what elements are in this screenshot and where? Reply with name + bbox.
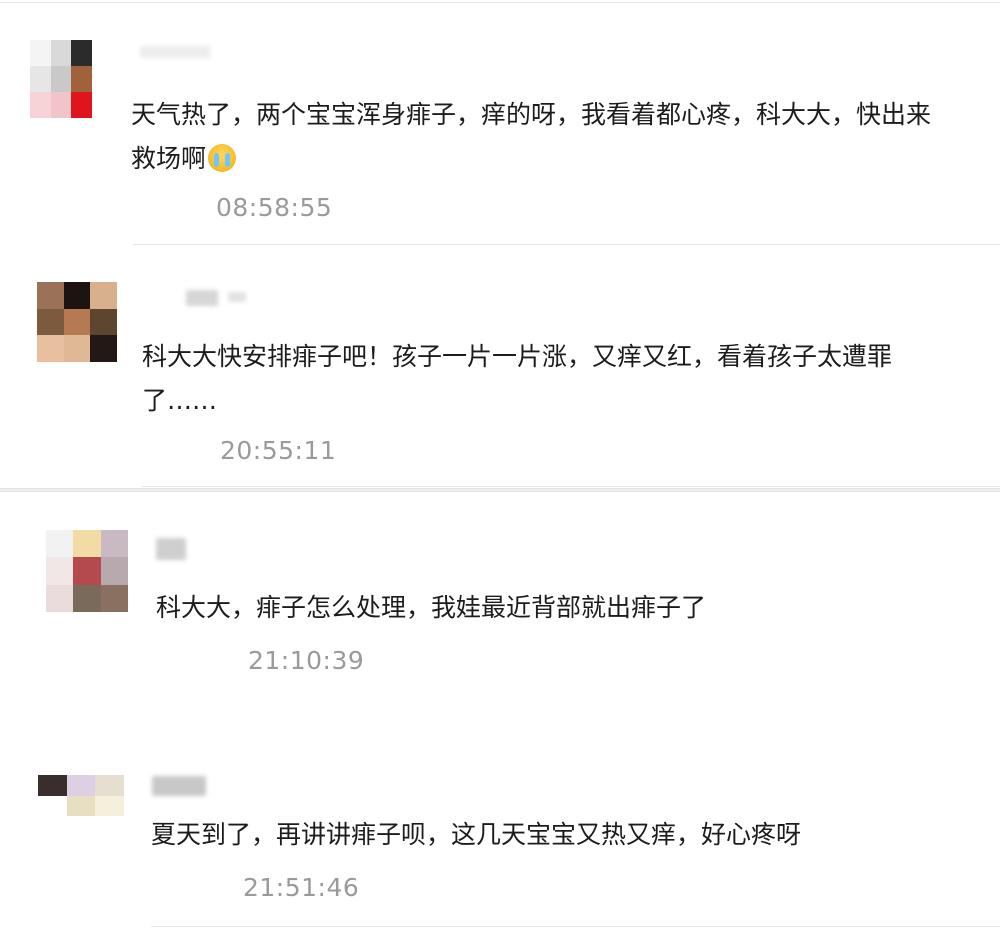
comment-divider: [133, 244, 1000, 245]
comment-text-line: 科大大，痱子怎么处理，我娃最近背部就出痱子了: [156, 593, 707, 622]
comment-text-line: 了……: [142, 386, 218, 415]
avatar[interactable]: [38, 775, 124, 837]
comment-timestamp: 08:58:55: [216, 193, 333, 222]
comment-divider: [142, 486, 1000, 487]
top-divider: [0, 2, 1000, 3]
comment-text-line: 救场啊: [131, 144, 207, 173]
avatar[interactable]: [37, 282, 117, 362]
nickname[interactable]: [156, 538, 186, 560]
comment-text: 夏天到了，再讲讲痱子呗，这几天宝宝又热又痒，好心疼呀: [151, 813, 801, 857]
comment-text: 科大大，痱子怎么处理，我娃最近背部就出痱子了: [156, 586, 706, 630]
comment-text: 科大大快安排痱子吧！孩子一片一片涨，又痒又红，看着孩子太遭罪 了……: [142, 335, 892, 423]
comment-text: 天气热了，两个宝宝浑身痱子，痒的呀，我看着都心疼，科大大，快出来 救场啊: [131, 93, 931, 181]
nickname[interactable]: [186, 290, 218, 306]
nickname[interactable]: [152, 776, 206, 796]
comment-text-line: 天气热了，两个宝宝浑身痱子，痒的呀，我看着都心疼，科大大，快出来: [131, 100, 932, 129]
comment-text-line: 科大大快安排痱子吧！孩子一片一片涨，又痒又红，看着孩子太遭罪: [142, 342, 893, 371]
comment-timestamp: 21:51:46: [243, 873, 360, 902]
avatar[interactable]: [46, 530, 128, 612]
comment-timestamp: 21:10:39: [248, 646, 365, 675]
crying-face-icon: [208, 144, 237, 172]
avatar[interactable]: [30, 40, 92, 118]
nickname-extra: [228, 292, 246, 302]
panel-separator: [0, 488, 1000, 492]
comment-text-line: 夏天到了，再讲讲痱子呗，这几天宝宝又热又痒，好心疼呀: [151, 820, 802, 849]
nickname[interactable]: [140, 46, 210, 58]
comment-divider: [151, 926, 1000, 927]
comment-timestamp: 20:55:11: [220, 436, 337, 465]
